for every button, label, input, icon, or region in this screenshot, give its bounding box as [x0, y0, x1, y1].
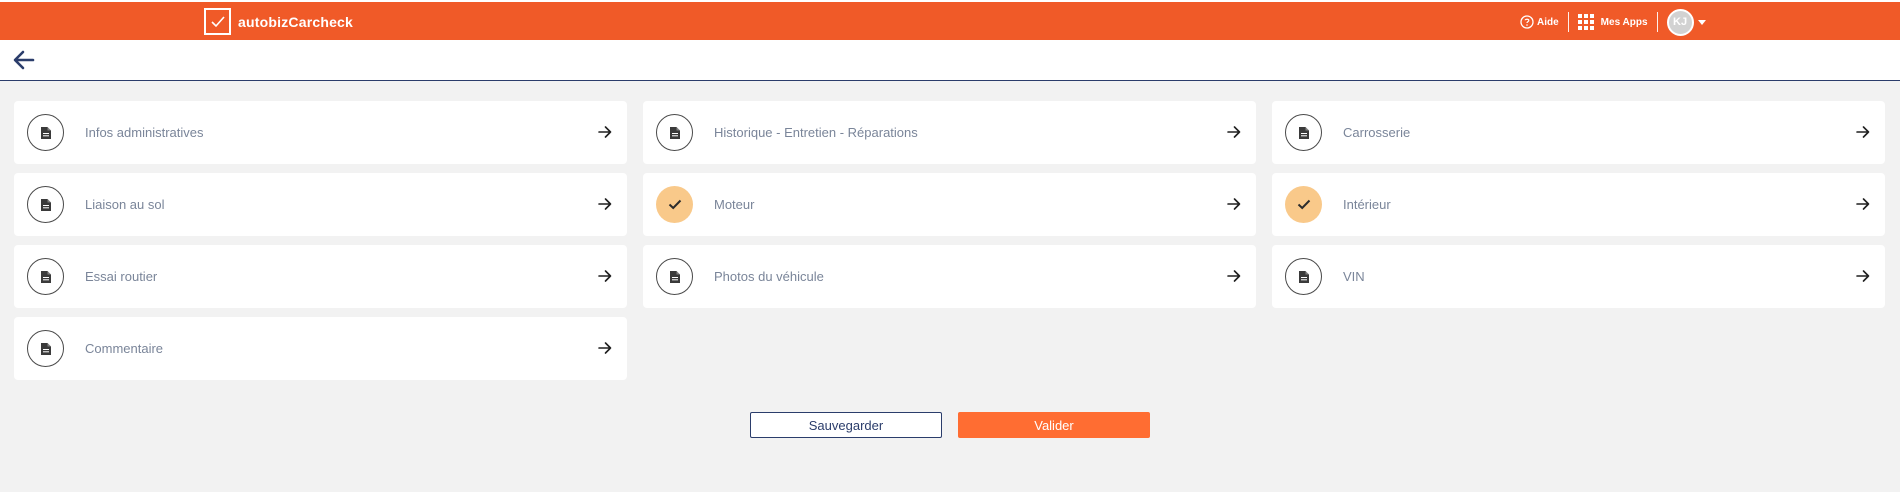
- divider: [1567, 12, 1569, 32]
- document-icon: [669, 126, 680, 139]
- status-pending: [27, 330, 64, 367]
- status-pending: [1285, 114, 1322, 151]
- document-icon: [40, 126, 51, 139]
- status-pending: [27, 114, 64, 151]
- document-icon: [1298, 126, 1309, 139]
- top-header: autobizCarcheck Aide Mes Apps KJ: [0, 0, 1900, 40]
- section-label: Essai routier: [85, 269, 158, 284]
- document-icon: [669, 270, 680, 283]
- arrow-right-icon: [1227, 126, 1241, 138]
- chevron-down-icon[interactable]: [1697, 19, 1706, 25]
- help-link[interactable]: Aide: [1520, 15, 1559, 29]
- status-complete: [1285, 186, 1322, 223]
- divider: [1656, 12, 1658, 32]
- open-section-arrow[interactable]: [1856, 269, 1870, 288]
- header-actions: Aide Mes Apps KJ: [1520, 8, 1706, 36]
- validate-button[interactable]: Valider: [958, 412, 1150, 438]
- arrow-right-icon: [1227, 198, 1241, 210]
- arrow-right-icon: [1856, 126, 1870, 138]
- check-icon: [1297, 199, 1310, 210]
- section-card[interactable]: Commentaire: [14, 317, 627, 380]
- apps-menu[interactable]: Mes Apps: [1577, 14, 1648, 30]
- section-label: Historique - Entretien - Réparations: [714, 125, 918, 140]
- status-pending: [27, 258, 64, 295]
- status-pending: [656, 114, 693, 151]
- open-section-arrow[interactable]: [598, 341, 612, 360]
- arrow-right-icon: [598, 342, 612, 354]
- avatar[interactable]: KJ: [1666, 8, 1694, 36]
- check-icon: [668, 199, 681, 210]
- section-label: Moteur: [714, 197, 755, 212]
- section-card[interactable]: VIN: [1272, 245, 1885, 308]
- section-card[interactable]: Liaison au sol: [14, 173, 627, 236]
- apps-grid-icon: [1577, 14, 1594, 30]
- arrow-right-icon: [598, 126, 612, 138]
- section-card[interactable]: Essai routier: [14, 245, 627, 308]
- apps-label: Mes Apps: [1600, 16, 1648, 28]
- document-icon: [40, 198, 51, 211]
- section-label: Liaison au sol: [85, 197, 165, 212]
- arrow-right-icon: [598, 270, 612, 282]
- save-button[interactable]: Sauvegarder: [750, 412, 942, 438]
- document-icon: [1298, 270, 1309, 283]
- status-complete: [656, 186, 693, 223]
- section-card[interactable]: Historique - Entretien - Réparations: [643, 101, 1256, 164]
- arrow-right-icon: [1227, 270, 1241, 282]
- sub-header: [0, 40, 1900, 81]
- open-section-arrow[interactable]: [1227, 125, 1241, 144]
- section-card[interactable]: Intérieur: [1272, 173, 1885, 236]
- section-label: Photos du véhicule: [714, 269, 824, 284]
- section-label: Infos administratives: [85, 125, 204, 140]
- status-pending: [656, 258, 693, 295]
- open-section-arrow[interactable]: [598, 125, 612, 144]
- open-section-arrow[interactable]: [1856, 197, 1870, 216]
- arrow-right-icon: [1856, 198, 1870, 210]
- section-label: VIN: [1343, 269, 1365, 284]
- brand-name: autobizCarcheck: [238, 13, 354, 30]
- open-section-arrow[interactable]: [598, 269, 612, 288]
- section-card[interactable]: Carrosserie: [1272, 101, 1885, 164]
- section-card[interactable]: Infos administratives: [14, 101, 627, 164]
- document-icon: [40, 270, 51, 283]
- check-logo-icon: [204, 8, 231, 35]
- open-section-arrow[interactable]: [1856, 125, 1870, 144]
- open-section-arrow[interactable]: [598, 197, 612, 216]
- section-label: Commentaire: [85, 341, 164, 356]
- section-card[interactable]: Photos du véhicule: [643, 245, 1256, 308]
- help-label: Aide: [1537, 16, 1559, 28]
- back-arrow-icon[interactable]: [12, 49, 36, 71]
- section-label: Intérieur: [1343, 197, 1391, 212]
- brand-logo[interactable]: autobizCarcheck: [204, 8, 353, 35]
- document-icon: [40, 342, 51, 355]
- arrow-right-icon: [598, 198, 612, 210]
- help-icon: [1520, 15, 1534, 29]
- arrow-right-icon: [1856, 270, 1870, 282]
- open-section-arrow[interactable]: [1227, 269, 1241, 288]
- section-card[interactable]: Moteur: [643, 173, 1256, 236]
- status-pending: [27, 186, 64, 223]
- status-pending: [1285, 258, 1322, 295]
- open-section-arrow[interactable]: [1227, 197, 1241, 216]
- section-label: Carrosserie: [1343, 125, 1411, 140]
